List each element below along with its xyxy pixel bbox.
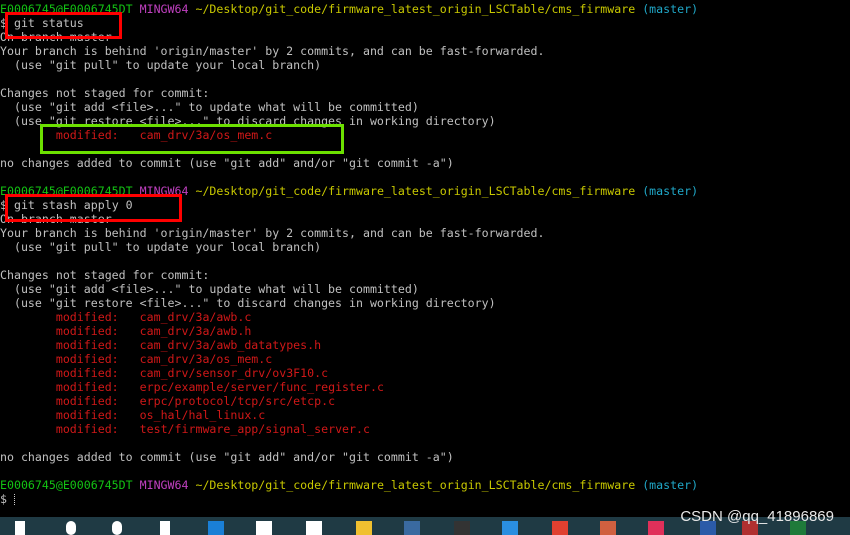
search-icon[interactable] xyxy=(66,521,76,535)
output-line: (use "git pull" to update your local bra… xyxy=(0,58,850,72)
command-line: $ git status xyxy=(0,16,850,30)
modified-file: cam_drv/3a/awb_datatypes.h xyxy=(139,338,322,352)
vscode-icon[interactable] xyxy=(502,521,518,535)
modified-file: cam_drv/3a/os_mem.c xyxy=(139,352,273,366)
modified-label: modified: xyxy=(55,310,119,324)
modified-file: erpc/example/server/func_register.c xyxy=(139,380,384,394)
prompt-user: E0006745@E0006745DT xyxy=(0,478,133,492)
output-line: Your branch is behind 'origin/master' by… xyxy=(0,44,850,58)
output-text: Changes not staged for commit: xyxy=(0,268,210,282)
output-line: (use "git pull" to update your local bra… xyxy=(0,240,850,254)
modified-label: modified: xyxy=(55,380,119,394)
prompt-path: ~/Desktop/git_code/firmware_latest_origi… xyxy=(195,478,636,492)
terminal-icon[interactable] xyxy=(454,521,470,535)
modified-file-line: modified: erpc/protocol/tcp/src/etcp.c xyxy=(0,394,850,408)
output-text: Changes not staged for commit: xyxy=(0,86,210,100)
status-footer: no changes added to commit (use "git add… xyxy=(0,450,454,464)
sourcetree-icon[interactable] xyxy=(600,521,616,535)
output-text: Your branch is behind 'origin/master' by… xyxy=(0,226,545,240)
modified-file-line: modified: cam_drv/sensor_drv/ov3F10.c xyxy=(0,366,850,380)
output-line: Changes not staged for commit: xyxy=(0,86,850,100)
highlight-git-status xyxy=(5,12,122,39)
output-text: (use "git pull" to update your local bra… xyxy=(0,58,322,72)
output-line: no changes added to commit (use "git add… xyxy=(0,450,850,464)
modified-file-line: modified: os_hal/hal_linux.c xyxy=(0,408,850,422)
modified-label: modified: xyxy=(55,338,119,352)
watermark: CSDN @qq_41896869 xyxy=(680,508,834,525)
prompt-path: ~/Desktop/git_code/firmware_latest_origi… xyxy=(195,184,636,198)
modified-file-line: modified: cam_drv/3a/os_mem.c xyxy=(0,352,850,366)
modified-file-line: modified: erpc/example/server/func_regis… xyxy=(0,380,850,394)
mail-icon[interactable] xyxy=(256,521,272,535)
modified-file-line: modified: cam_drv/3a/awb.c xyxy=(0,310,850,324)
modified-label: modified: xyxy=(55,394,119,408)
text-cursor xyxy=(13,494,16,505)
output-text: (use "git add <file>..." to update what … xyxy=(0,282,419,296)
modified-file: os_hal/hal_linux.c xyxy=(139,408,266,422)
highlight-git-stash-apply xyxy=(5,194,182,222)
prompt-system: MINGW64 xyxy=(139,478,189,492)
prompt-branch: (master) xyxy=(642,478,699,492)
output-line: Your branch is behind 'origin/master' by… xyxy=(0,226,850,240)
modified-file-line: modified: test/firmware_app/signal_serve… xyxy=(0,422,850,436)
modified-file: cam_drv/sensor_drv/ov3F10.c xyxy=(139,366,329,380)
output-text: (use "git pull" to update your local bra… xyxy=(0,240,322,254)
output-line: Changes not staged for commit: xyxy=(0,268,850,282)
modified-file-line: modified: cam_drv/3a/awb.h xyxy=(0,324,850,338)
output-line: (use "git add <file>..." to update what … xyxy=(0,282,850,296)
output-text: (use "git restore <file>..." to discard … xyxy=(0,296,496,310)
task-view-icon[interactable] xyxy=(160,521,170,535)
file-explorer-icon[interactable] xyxy=(356,521,372,535)
modified-file-line: modified: cam_drv/3a/awb_datatypes.h xyxy=(0,338,850,352)
output-text: Your branch is behind 'origin/master' by… xyxy=(0,44,545,58)
prompt-branch: (master) xyxy=(642,184,699,198)
status-footer: no changes added to commit (use "git add… xyxy=(0,156,454,170)
modified-file: erpc/protocol/tcp/src/etcp.c xyxy=(139,394,336,408)
output-line: no changes added to commit (use "git add… xyxy=(0,156,850,170)
terminal-window[interactable]: E0006745@E0006745DT MINGW64 ~/Desktop/gi… xyxy=(0,2,850,517)
modified-label: modified: xyxy=(55,324,119,338)
prompt-branch: (master) xyxy=(642,2,699,16)
highlight-modified-file xyxy=(40,124,344,154)
output-line: On branch master xyxy=(0,30,850,44)
app-icon[interactable] xyxy=(404,521,420,535)
prompt-line: E0006745@E0006745DT MINGW64 ~/Desktop/gi… xyxy=(0,2,850,16)
modified-file: test/firmware_app/signal_server.c xyxy=(139,422,370,436)
output-line: (use "git restore <file>..." to discard … xyxy=(0,296,850,310)
prompt-symbol: $ xyxy=(0,492,7,506)
modified-label: modified: xyxy=(55,422,119,436)
modified-label: modified: xyxy=(55,366,119,380)
prompt-line: E0006745@E0006745DT MINGW64 ~/Desktop/gi… xyxy=(0,478,850,492)
modified-label: modified: xyxy=(55,408,119,422)
chrome-icon[interactable] xyxy=(552,521,568,535)
output-line: (use "git add <file>..." to update what … xyxy=(0,100,850,114)
app-pink-icon[interactable] xyxy=(648,521,664,535)
edge-icon[interactable] xyxy=(208,521,224,535)
modified-file: cam_drv/3a/awb.h xyxy=(139,324,252,338)
prompt-path: ~/Desktop/git_code/firmware_latest_origi… xyxy=(195,2,636,16)
cortana-icon[interactable] xyxy=(112,521,122,535)
modified-label: modified: xyxy=(55,352,119,366)
windows-start-icon[interactable] xyxy=(15,521,25,535)
prompt-system: MINGW64 xyxy=(139,2,189,16)
modified-file: cam_drv/3a/awb.c xyxy=(139,310,252,324)
store-icon[interactable] xyxy=(306,521,322,535)
input-line[interactable]: $ xyxy=(0,492,850,506)
output-text: (use "git add <file>..." to update what … xyxy=(0,100,419,114)
